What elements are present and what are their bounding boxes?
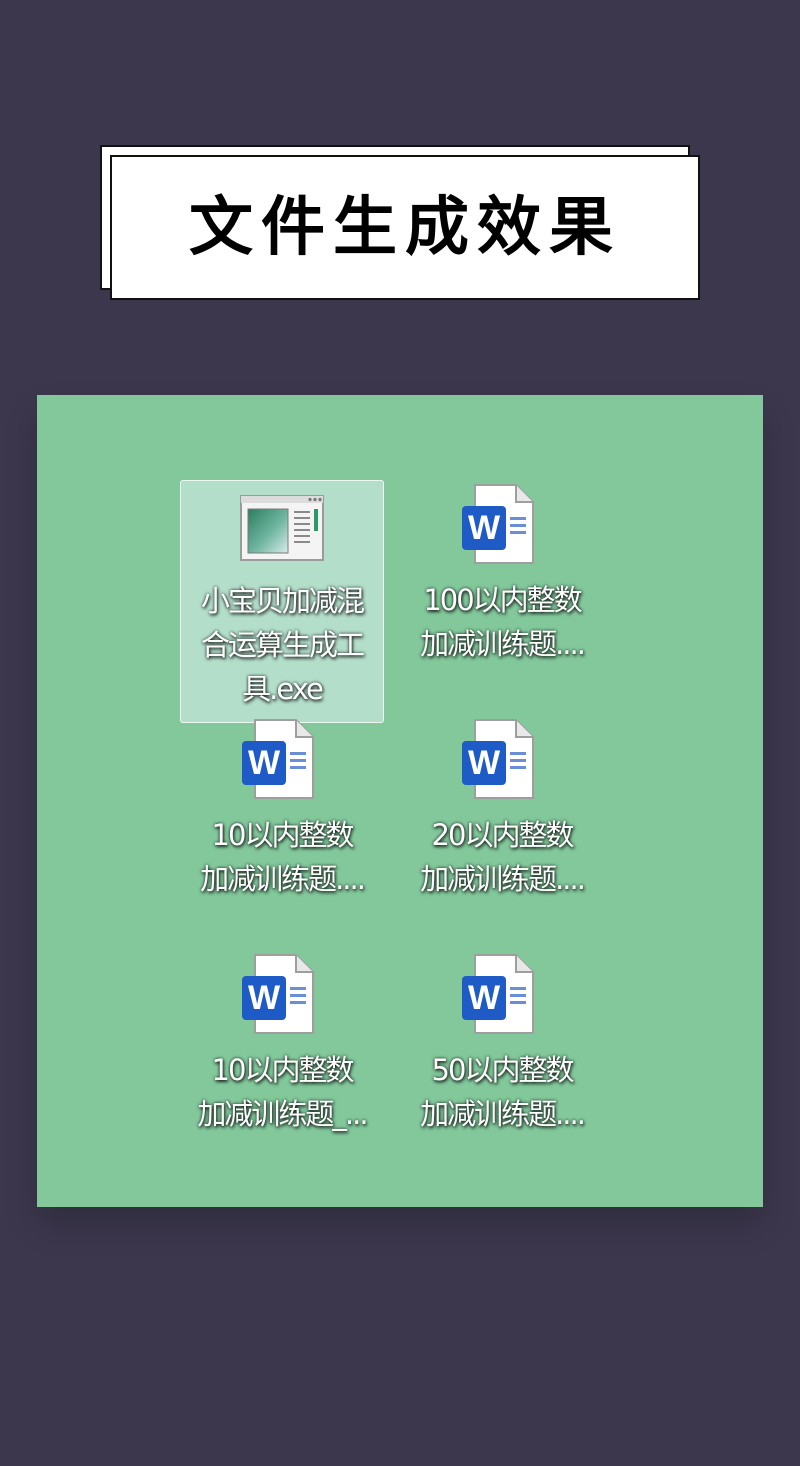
file-name: 50以内整数 加减训练题.... (420, 1053, 586, 1131)
file-name: 小宝贝加减混 合运算生成工 具.exe (200, 584, 365, 706)
file-item-doc[interactable]: W 10以内整数 加减训练题_... (180, 954, 384, 1136)
file-name: 10以内整数 加减训练题.... (200, 818, 366, 896)
exe-app-icon (240, 485, 324, 567)
file-item-doc[interactable]: W 50以内整数 加减训练题.... (400, 954, 604, 1136)
desktop-area: 小宝贝加减混 合运算生成工 具.exe W 100以内整数 加减训练题.... (37, 395, 763, 1207)
word-badge: W (462, 976, 506, 1020)
word-doc-icon: W (462, 954, 542, 1036)
file-name: 10以内整数 加减训练题_... (197, 1053, 368, 1131)
word-badge: W (242, 741, 286, 785)
word-badge: W (242, 976, 286, 1020)
word-doc-icon: W (242, 719, 322, 801)
file-item-doc[interactable]: W 20以内整数 加减训练题.... (400, 719, 604, 901)
file-name: 20以内整数 加减训练题.... (420, 818, 586, 896)
file-item-doc[interactable]: W 10以内整数 加减训练题.... (180, 719, 384, 901)
word-badge: W (462, 741, 506, 785)
title-card: 文件生成效果 (110, 155, 700, 300)
file-item-exe[interactable]: 小宝贝加减混 合运算生成工 具.exe (180, 480, 384, 723)
word-doc-icon: W (242, 954, 322, 1036)
page-title: 文件生成效果 (189, 190, 621, 265)
word-badge: W (462, 506, 506, 550)
word-doc-icon: W (462, 719, 542, 801)
word-doc-icon: W (462, 484, 542, 566)
file-name: 100以内整数 加减训练题.... (420, 583, 586, 661)
file-item-doc[interactable]: W 100以内整数 加减训练题.... (400, 484, 604, 666)
